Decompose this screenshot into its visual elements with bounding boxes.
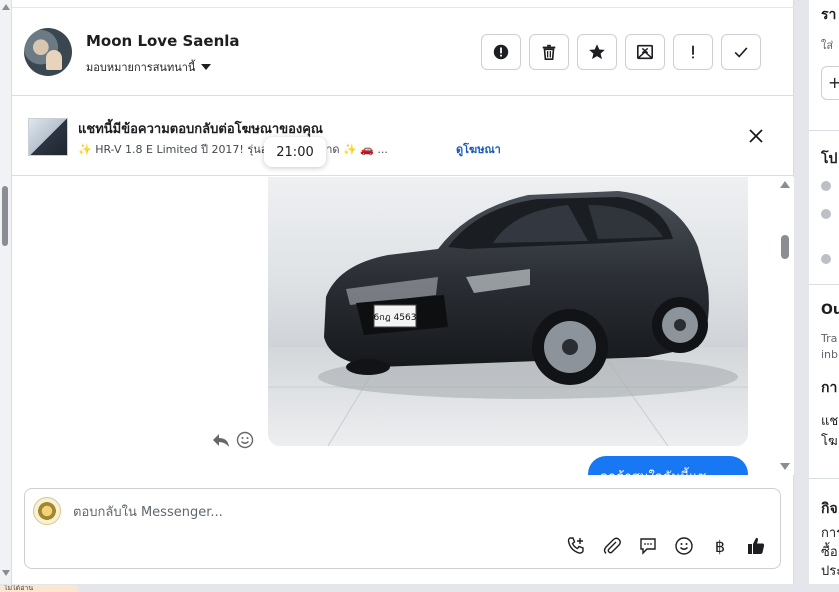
bottom-tab[interactable]: ไม่ได้อ่าน: [0, 585, 78, 592]
section-text: inb: [821, 348, 839, 361]
paperclip-icon: [603, 537, 621, 554]
divider: [809, 284, 839, 285]
ad-banner-title: แชทนี้มีข้อความตอบกลับต่อโฆษณาของคุณ: [78, 122, 323, 137]
payment-button[interactable]: ฿: [709, 535, 731, 557]
divider: [809, 478, 839, 479]
composer-tools: ฿: [565, 535, 767, 557]
scroll-up-arrow-icon[interactable]: [780, 181, 790, 188]
reply-input[interactable]: [73, 501, 673, 523]
section-text: การ: [821, 526, 839, 541]
reply-icon[interactable]: [212, 431, 230, 449]
ad-thumbnail: [28, 118, 68, 156]
contact-details-panel: รา ใส่ + โป Ou Tra inb กา แช โฆ กิจ การ …: [809, 0, 839, 592]
like-button[interactable]: [745, 535, 767, 557]
delete-button[interactable]: [529, 34, 569, 70]
call-button[interactable]: [565, 535, 587, 557]
contact-name[interactable]: Moon Love Saenla: [86, 32, 240, 50]
star-button[interactable]: [577, 34, 617, 70]
thumbs-up-icon: [748, 537, 765, 554]
contact-avatar[interactable]: [24, 28, 72, 76]
speech-bubble-icon: [640, 538, 656, 555]
car-photo-message[interactable]: 6กฎ 4563: [268, 177, 748, 446]
assign-conversation-dropdown[interactable]: มอบหมายการสนทนานี้: [86, 58, 212, 76]
message-list: 6กฎ 4563 ลูกค้าสนใจคันนี้แชะ: [12, 177, 794, 475]
scroll-up-arrow-icon[interactable]: [2, 4, 10, 10]
done-button[interactable]: [721, 34, 761, 70]
spam-button[interactable]: [481, 34, 521, 70]
checkmark-icon: [734, 47, 748, 58]
section-heading: กา: [821, 380, 838, 396]
section-heading: กิจ: [821, 501, 838, 517]
caret-down-icon: [201, 64, 212, 70]
section-text: โฆ: [821, 434, 838, 449]
star-icon: [589, 44, 605, 60]
ad-banner-subtitle: ✨ HR-V 1.8 E Limited ปี 2017! รุ่นอ ้มที…: [78, 143, 388, 156]
saved-replies-button[interactable]: [637, 535, 659, 557]
bottom-strip: [0, 584, 839, 592]
phone-plus-icon: [567, 537, 584, 554]
attach-button[interactable]: [601, 535, 623, 557]
inbox-page: Moon Love Saenla มอบหมายการสนทนานี้ แชทน…: [0, 0, 839, 592]
label-input-hint: ใส่: [821, 39, 834, 52]
mark-unread-button[interactable]: [625, 34, 665, 70]
conversation-header: Moon Love Saenla มอบหมายการสนทนานี้: [12, 8, 794, 96]
divider: [809, 130, 839, 131]
react-smiley-icon[interactable]: [236, 431, 254, 449]
view-ad-link[interactable]: ดูโฆษณา: [456, 140, 501, 158]
section-heading: Ou: [821, 302, 839, 318]
trash-icon: [542, 44, 556, 61]
ad-reply-banner: แชทนี้มีข้อความตอบกลับต่อโฆษณาของคุณ ✨ H…: [12, 96, 794, 176]
message-actions: [212, 431, 254, 449]
scroll-thumb[interactable]: [781, 235, 789, 259]
exclamation-icon: [692, 45, 694, 59]
add-label-button[interactable]: +: [821, 66, 839, 100]
close-icon: [749, 129, 763, 143]
emoji-button[interactable]: [673, 535, 695, 557]
top-divider: [12, 0, 794, 8]
outgoing-message-bubble[interactable]: ลูกค้าสนใจคันนี้แชะ: [588, 456, 748, 475]
license-plate-text: 6กฎ 4563: [374, 313, 417, 323]
conversation-panel: Moon Love Saenla มอบหมายการสนทนานี้ แชทน…: [12, 0, 794, 584]
location-pin-icon: [821, 254, 831, 264]
follow-up-button[interactable]: [673, 34, 713, 70]
panel-gap: [794, 0, 809, 592]
car-image: 6กฎ 4563: [268, 177, 748, 446]
section-text: ประ: [821, 564, 839, 579]
baht-icon: ฿: [714, 536, 726, 556]
details-section-heading: รา: [821, 7, 837, 23]
section-text: Tra: [821, 332, 838, 345]
left-scrollbar[interactable]: [0, 0, 12, 584]
message-scrollbar[interactable]: [778, 177, 792, 475]
smiley-icon: [675, 537, 693, 555]
scroll-down-arrow-icon[interactable]: [2, 570, 10, 576]
assign-label: มอบหมายการสนทนานี้: [86, 61, 196, 74]
reply-composer: ฿: [24, 488, 781, 569]
scroll-down-arrow-icon[interactable]: [780, 463, 790, 470]
section-text: ซื้อ: [821, 545, 838, 560]
header-actions: [481, 34, 761, 70]
alert-circle-icon: [493, 44, 509, 60]
page-avatar: [33, 497, 61, 525]
timestamp-tooltip: 21:00: [264, 137, 326, 167]
close-banner-button[interactable]: [746, 126, 766, 146]
education-icon: [821, 209, 831, 219]
clock-icon: [821, 181, 831, 191]
section-text: แช: [821, 414, 839, 429]
profile-section-heading: โป: [821, 151, 838, 167]
scroll-thumb[interactable]: [2, 186, 8, 246]
mail-x-icon: [636, 44, 654, 60]
